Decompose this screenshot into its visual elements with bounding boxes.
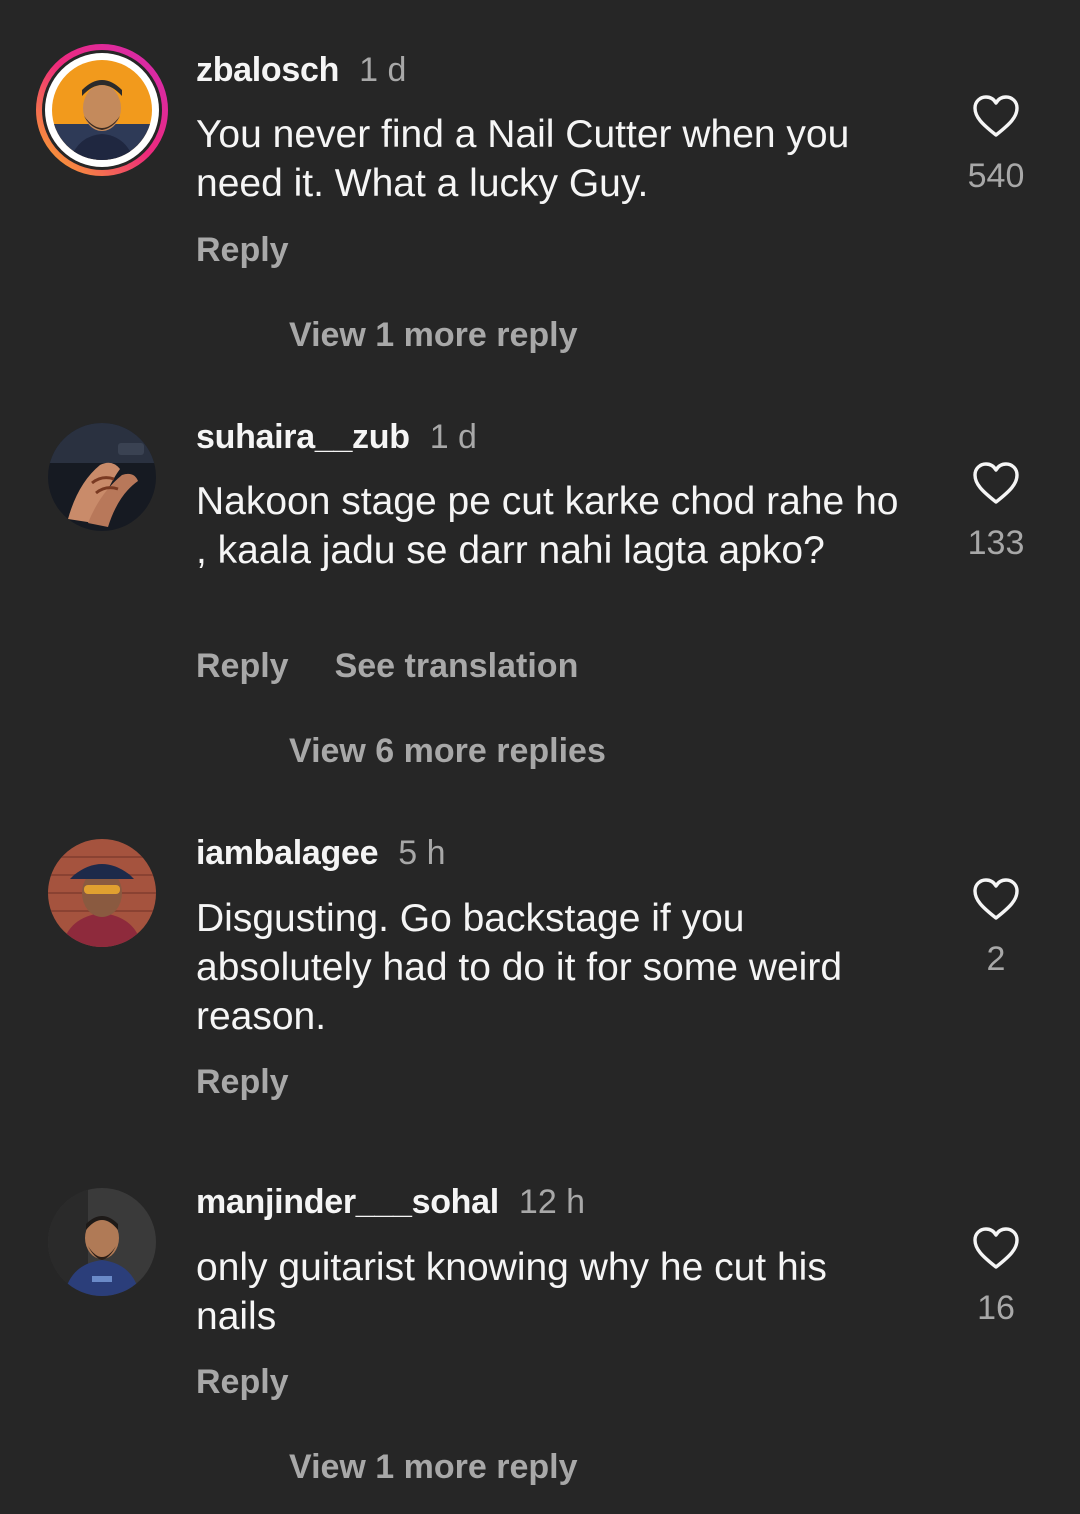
profile-avatar-story-ring-icon bbox=[36, 44, 168, 176]
like-count: 133 bbox=[967, 524, 1025, 562]
reply-button[interactable]: Reply bbox=[196, 647, 289, 685]
like-section: 16 bbox=[936, 1226, 1056, 1328]
username[interactable]: suhaira__zub bbox=[196, 418, 410, 456]
username[interactable]: iambalagee bbox=[196, 834, 379, 872]
comment-header: manjinder___sohal 12 h bbox=[196, 1182, 585, 1222]
heart-outline-icon[interactable] bbox=[972, 94, 1020, 138]
heart-outline-icon[interactable] bbox=[972, 1226, 1020, 1270]
username[interactable]: manjinder___sohal bbox=[196, 1183, 499, 1221]
like-count: 2 bbox=[986, 940, 1006, 978]
view-replies-button[interactable]: View 1 more reply bbox=[289, 315, 578, 355]
comment-header: iambalagee 5 h bbox=[196, 833, 445, 873]
like-count: 16 bbox=[977, 1289, 1015, 1327]
comment-header: zbalosch 1 d bbox=[196, 50, 406, 90]
profile-avatar-icon bbox=[48, 1188, 156, 1296]
comment-actions: Reply See translation bbox=[196, 646, 578, 686]
view-replies-button[interactable]: View 1 more reply bbox=[289, 1447, 578, 1487]
timestamp: 1 d bbox=[429, 418, 477, 456]
comment-text: only guitarist knowing why he cut his na… bbox=[196, 1246, 827, 1338]
comment-text: Disgusting. Go backstage if you absolute… bbox=[196, 897, 843, 1038]
profile-avatar-icon bbox=[48, 423, 156, 531]
timestamp: 1 d bbox=[359, 51, 407, 89]
comment-text: Nakoon stage pe cut karke chod rahe ho ,… bbox=[196, 480, 899, 572]
comment-actions: Reply bbox=[196, 1362, 289, 1402]
avatar[interactable] bbox=[48, 423, 156, 531]
like-count: 540 bbox=[967, 157, 1025, 195]
heart-outline-icon[interactable] bbox=[972, 461, 1020, 505]
profile-avatar-icon bbox=[48, 839, 156, 947]
like-section: 2 bbox=[936, 877, 1056, 979]
timestamp: 12 h bbox=[518, 1183, 586, 1221]
avatar[interactable] bbox=[36, 44, 168, 176]
comment-actions: Reply bbox=[196, 1062, 289, 1102]
avatar[interactable] bbox=[48, 1188, 156, 1296]
username[interactable]: zbalosch bbox=[196, 51, 339, 89]
comment-header: suhaira__zub 1 d bbox=[196, 417, 477, 457]
comment-actions: Reply bbox=[196, 230, 289, 270]
avatar[interactable] bbox=[48, 839, 156, 947]
reply-button[interactable]: Reply bbox=[196, 1063, 289, 1101]
see-translation-button[interactable]: See translation bbox=[335, 647, 579, 685]
like-section: 540 bbox=[936, 94, 1056, 196]
timestamp: 5 h bbox=[398, 834, 446, 872]
comment-text: You never find a Nail Cutter when you ne… bbox=[196, 113, 850, 205]
reply-button[interactable]: Reply bbox=[196, 231, 289, 269]
like-section: 133 bbox=[936, 461, 1056, 563]
reply-button[interactable]: Reply bbox=[196, 1363, 289, 1401]
view-replies-button[interactable]: View 6 more replies bbox=[289, 731, 606, 771]
heart-outline-icon[interactable] bbox=[972, 877, 1020, 921]
